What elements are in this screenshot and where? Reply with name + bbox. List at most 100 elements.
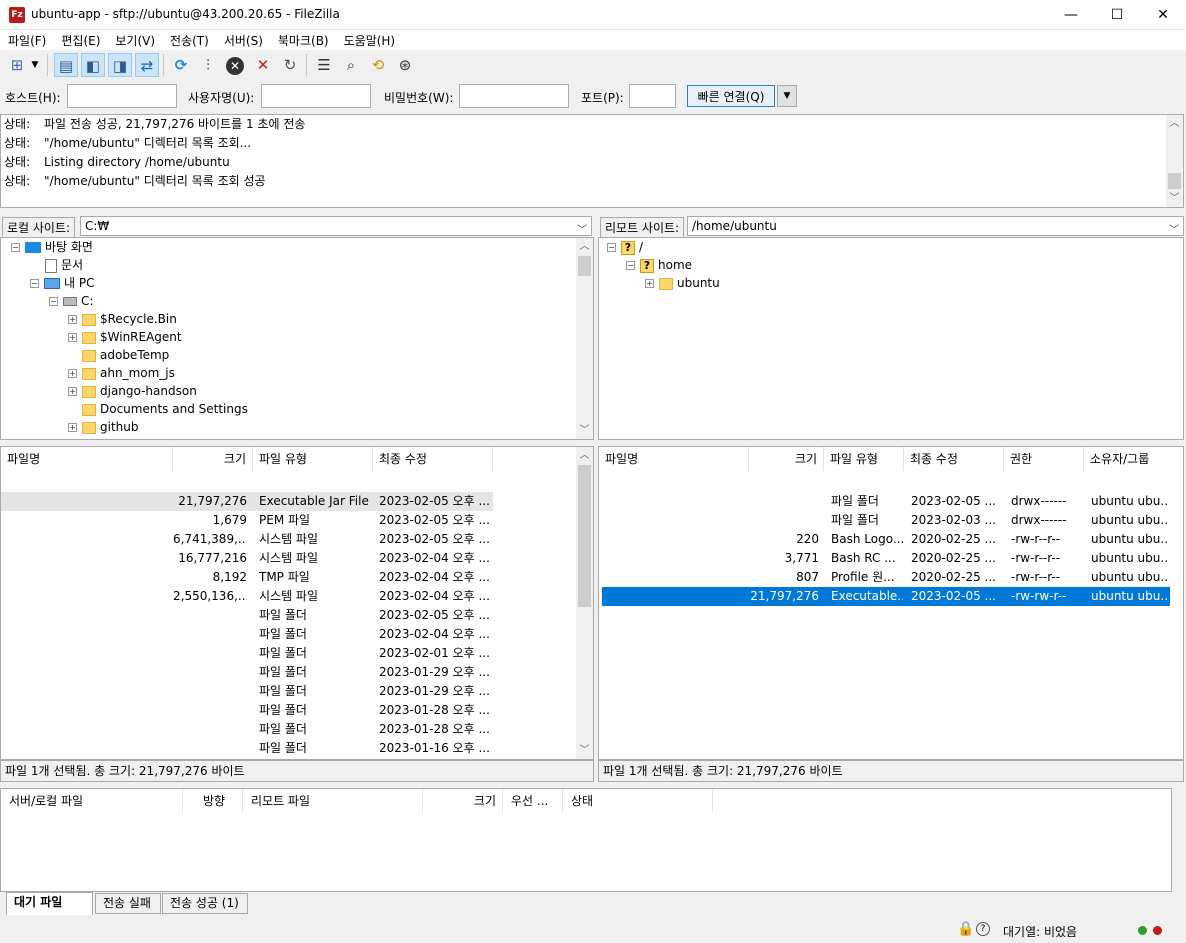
menu-bookmarks[interactable]: 북마크(B) xyxy=(278,30,329,49)
column-header-type[interactable]: 파일 유형 xyxy=(253,447,373,471)
scroll-down-icon[interactable]: ﹀ xyxy=(1166,190,1183,207)
toggle-local-tree-icon[interactable]: ◧ xyxy=(81,53,105,77)
password-input[interactable] xyxy=(459,84,569,108)
directory-filter-icon[interactable]: ☰ xyxy=(312,53,336,77)
scroll-thumb[interactable] xyxy=(578,465,591,607)
column-header-filename[interactable]: 파일명 xyxy=(1,447,173,471)
remote-path-input[interactable]: /home/ubuntu ﹀ xyxy=(687,216,1184,236)
site-manager-icon[interactable]: ⊞ xyxy=(5,53,29,77)
tree-node-desktop[interactable]: − 바탕 화면 xyxy=(11,238,93,256)
refresh-icon[interactable]: ⟳ xyxy=(169,53,193,77)
queue-header-priority[interactable]: 우선 ... xyxy=(503,789,563,813)
reconnect-icon[interactable]: ↻ xyxy=(278,53,302,77)
list-item[interactable]: github파일 폴더2023-01-29 오후 ... xyxy=(1,663,493,682)
list-item[interactable]: adobeTemp파일 폴더2023-02-01 오후 ... xyxy=(1,644,493,663)
local-list-scrollbar[interactable]: ︿ ﹀ xyxy=(576,447,593,759)
list-item[interactable]: prjs파일 폴더2023-01-16 오후 ... xyxy=(1,739,493,758)
tab-failed-transfers[interactable]: 전송 실패 xyxy=(95,893,161,914)
tree-node-root[interactable]: −? / xyxy=(607,238,643,256)
column-header-size[interactable]: 크기 xyxy=(173,447,253,471)
list-item[interactable]: Program Files파일 폴더2023-02-05 오후 ... xyxy=(1,606,493,625)
binoculars-icon[interactable]: ⊛ xyxy=(393,53,417,77)
toggle-remote-tree-icon[interactable]: ◨ xyxy=(108,53,132,77)
tree-node-folder[interactable]: + github xyxy=(68,418,138,436)
list-item[interactable]: .. xyxy=(602,473,1170,492)
tree-node-folder[interactable]: + ahn_mom_js xyxy=(68,364,175,382)
list-item[interactable]: .cache파일 폴더2023-02-05 ...drwx------ubunt… xyxy=(602,492,1170,511)
minimize-button[interactable]: — xyxy=(1048,0,1094,30)
tree-node-folder[interactable]: + django-handson xyxy=(68,382,197,400)
menu-help[interactable]: 도움말(H) xyxy=(344,30,396,49)
tree-node-ubuntu[interactable]: + ubuntu xyxy=(645,274,720,292)
process-queue-icon[interactable]: ⫶ xyxy=(196,53,220,77)
local-path-input[interactable]: C:₩ ﹀ xyxy=(80,216,592,236)
log-scrollbar[interactable]: ︿ ﹀ xyxy=(1166,115,1183,207)
tree-node-folder[interactable]: adobeTemp xyxy=(82,346,169,364)
scroll-up-icon[interactable]: ︿ xyxy=(576,238,593,255)
scroll-down-icon[interactable]: ﹀ xyxy=(576,742,593,759)
column-header-filename[interactable]: 파일명 xyxy=(599,447,749,471)
search-icon[interactable]: ⌕ xyxy=(339,53,363,77)
quickconnect-dropdown-icon[interactable]: ▼ xyxy=(777,85,797,107)
close-button[interactable]: ✕ xyxy=(1140,0,1186,30)
tree-node-documents[interactable]: 문서 xyxy=(45,256,83,274)
list-item[interactable]: SpringBootRest-0.0.1-SN...21,797,276Exec… xyxy=(1,492,493,511)
disconnect-icon[interactable]: ✕ xyxy=(251,53,275,77)
list-item[interactable]: .bash_logout220Bash Logo...2020-02-25 ..… xyxy=(602,530,1170,549)
site-manager-dropdown-icon[interactable]: ▼ xyxy=(28,53,42,77)
scroll-down-icon[interactable]: ﹀ xyxy=(576,422,593,439)
toggle-log-icon[interactable]: ▤ xyxy=(54,53,78,77)
scroll-up-icon[interactable]: ︿ xyxy=(1166,115,1183,132)
list-item[interactable]: Windows파일 폴더2023-01-28 오후 ... xyxy=(1,720,493,739)
list-item[interactable]: swapfile.sys16,777,216시스템 파일2023-02-04 오… xyxy=(1,549,493,568)
scroll-thumb[interactable] xyxy=(1168,173,1181,189)
toggle-queue-icon[interactable]: ⇄ xyxy=(135,53,159,77)
local-tree-scrollbar[interactable]: ︿ ﹀ xyxy=(576,238,593,439)
menu-transfer[interactable]: 전송(T) xyxy=(170,30,209,49)
tab-queued-files[interactable]: 대기 파일 xyxy=(6,892,93,915)
column-header-size[interactable]: 크기 xyxy=(749,447,824,471)
cancel-icon[interactable]: ✕ xyxy=(223,53,247,77)
column-header-permissions[interactable]: 권한 xyxy=(1004,447,1084,471)
username-input[interactable] xyxy=(261,84,371,108)
list-item[interactable]: System Volume Informat...파일 폴더2023-02-04… xyxy=(1,625,493,644)
queue-header-remote[interactable]: 리모트 파일 xyxy=(243,789,423,813)
list-item[interactable]: mykey.pem1,679PEM 파일2023-02-05 오후 ... xyxy=(1,511,493,530)
tree-node-home[interactable]: −? home xyxy=(626,256,692,274)
list-item[interactable]: DumpStack.log.tmp8,192TMP 파일2023-02-04 오… xyxy=(1,568,493,587)
menu-edit[interactable]: 편집(E) xyxy=(61,30,100,49)
menu-view[interactable]: 보기(V) xyxy=(115,30,155,49)
list-item[interactable]: .ssh파일 폴더2023-02-03 ...drwx------ubuntu … xyxy=(602,511,1170,530)
menu-server[interactable]: 서버(S) xyxy=(224,30,263,49)
port-input[interactable] xyxy=(629,84,676,108)
column-header-modified[interactable]: 최종 수정 xyxy=(904,447,1004,471)
list-item[interactable]: Program Files (x86)파일 폴더2023-01-28 오후 ..… xyxy=(1,701,493,720)
quickconnect-button[interactable]: 빠른 연결(Q) xyxy=(687,85,775,107)
column-header-owner[interactable]: 소유자/그룹 xyxy=(1084,447,1183,471)
list-item[interactable]: hiberfil.sys6,741,389,...시스템 파일2023-02-0… xyxy=(1,530,493,549)
queue-header-status[interactable]: 상태 xyxy=(563,789,713,813)
list-item[interactable]: .profile807Profile 원...2020-02-25 ...-rw… xyxy=(602,568,1170,587)
list-item[interactable]: SpringBootRest-0.0.1...21,797,276Executa… xyxy=(602,587,1170,606)
tab-successful-transfers[interactable]: 전송 성공 (1) xyxy=(162,893,248,914)
scroll-thumb[interactable] xyxy=(578,256,591,276)
host-input[interactable] xyxy=(67,84,177,108)
list-item[interactable]: ProgramData파일 폴더2023-01-29 오후 ... xyxy=(1,682,493,701)
list-item[interactable]: pagefile.sys2,550,136,...시스템 파일2023-02-0… xyxy=(1,587,493,606)
list-item[interactable]: .bashrc3,771Bash RC ...2020-02-25 ...-rw… xyxy=(602,549,1170,568)
sync-browsing-icon[interactable]: ⟲ xyxy=(366,53,390,77)
menu-file[interactable]: 파일(F) xyxy=(8,30,46,49)
maximize-button[interactable]: ☐ xyxy=(1094,0,1140,30)
queue-header-local[interactable]: 서버/로컬 파일 xyxy=(1,789,183,813)
queue-header-direction[interactable]: 방향 xyxy=(183,789,243,813)
tree-node-c-drive[interactable]: − C: xyxy=(49,292,93,310)
tree-node-folder[interactable]: + $Recycle.Bin xyxy=(68,310,177,328)
chevron-down-icon[interactable]: ﹀ xyxy=(577,221,587,236)
scroll-up-icon[interactable]: ︿ xyxy=(576,447,593,464)
tree-node-folder[interactable]: Documents and Settings xyxy=(82,400,248,418)
list-item[interactable]: .. xyxy=(1,473,493,492)
column-header-modified[interactable]: 최종 수정 xyxy=(373,447,493,471)
chevron-down-icon[interactable]: ﹀ xyxy=(1169,221,1179,236)
speed-limit-icon[interactable]: ? xyxy=(976,922,990,936)
tree-node-folder[interactable]: + $WinREAgent xyxy=(68,328,182,346)
